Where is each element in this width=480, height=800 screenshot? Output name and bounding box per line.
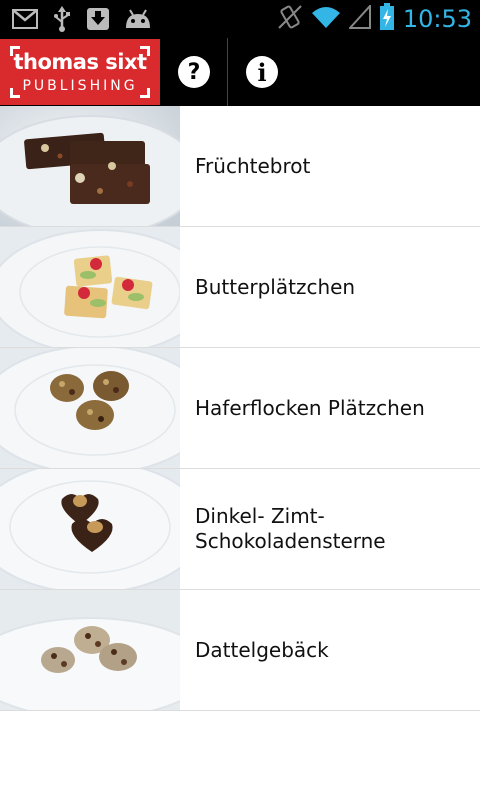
gmail-icon: [12, 9, 38, 29]
logo-text-secondary: PUBLISHING: [22, 78, 138, 94]
list-item[interactable]: Dattelgebäck: [0, 590, 480, 711]
help-button[interactable]: ?: [161, 38, 227, 106]
list-item[interactable]: Haferflocken Plätzchen: [0, 348, 480, 469]
info-button[interactable]: i: [229, 38, 295, 106]
download-icon: [86, 7, 110, 31]
logo-frame: thomas sixt PUBLISHING: [10, 46, 150, 98]
chocolate-hearts-photo: [0, 469, 180, 589]
recipe-title: Haferflocken Plätzchen: [195, 395, 425, 420]
battery-charging-icon: [379, 3, 395, 35]
recipe-list: Früchtebrot Butterplätzchen Haferflocken…: [0, 106, 480, 711]
list-item[interactable]: Früchtebrot: [0, 106, 480, 227]
app-logo[interactable]: thomas sixt PUBLISHING: [0, 39, 160, 105]
recipe-title: Butterplätzchen: [195, 274, 356, 299]
action-bar: thomas sixt PUBLISHING ? i: [0, 38, 480, 106]
system-icons: 10:53: [277, 3, 472, 35]
info-icon: i: [246, 56, 278, 88]
status-bar: 10:53: [0, 0, 480, 38]
recipe-title: Dattelgebäck: [195, 637, 329, 662]
fruit-bread-photo: [0, 106, 180, 226]
vibrate-icon: [277, 4, 303, 34]
action-bar-divider: [227, 38, 228, 106]
list-item[interactable]: Butterplätzchen: [0, 227, 480, 348]
recipe-title: Dinkel- Zimt- Schokoladensterne: [195, 504, 386, 553]
help-icon: ?: [178, 56, 210, 88]
usb-icon: [52, 6, 72, 32]
list-item[interactable]: Dinkel- Zimt- Schokoladensterne: [0, 469, 480, 590]
notification-icons: [12, 5, 152, 33]
date-pastry-photo: [0, 590, 180, 710]
recipe-title: Früchtebrot: [195, 153, 311, 178]
oat-cookies-photo: [0, 348, 180, 468]
wifi-icon: [311, 5, 341, 33]
logo-text-primary: thomas sixt: [13, 50, 147, 74]
android-debug-icon: [124, 8, 152, 30]
signal-icon: [347, 3, 371, 33]
clock: 10:53: [402, 5, 472, 33]
butter-cookies-photo: [0, 227, 180, 347]
